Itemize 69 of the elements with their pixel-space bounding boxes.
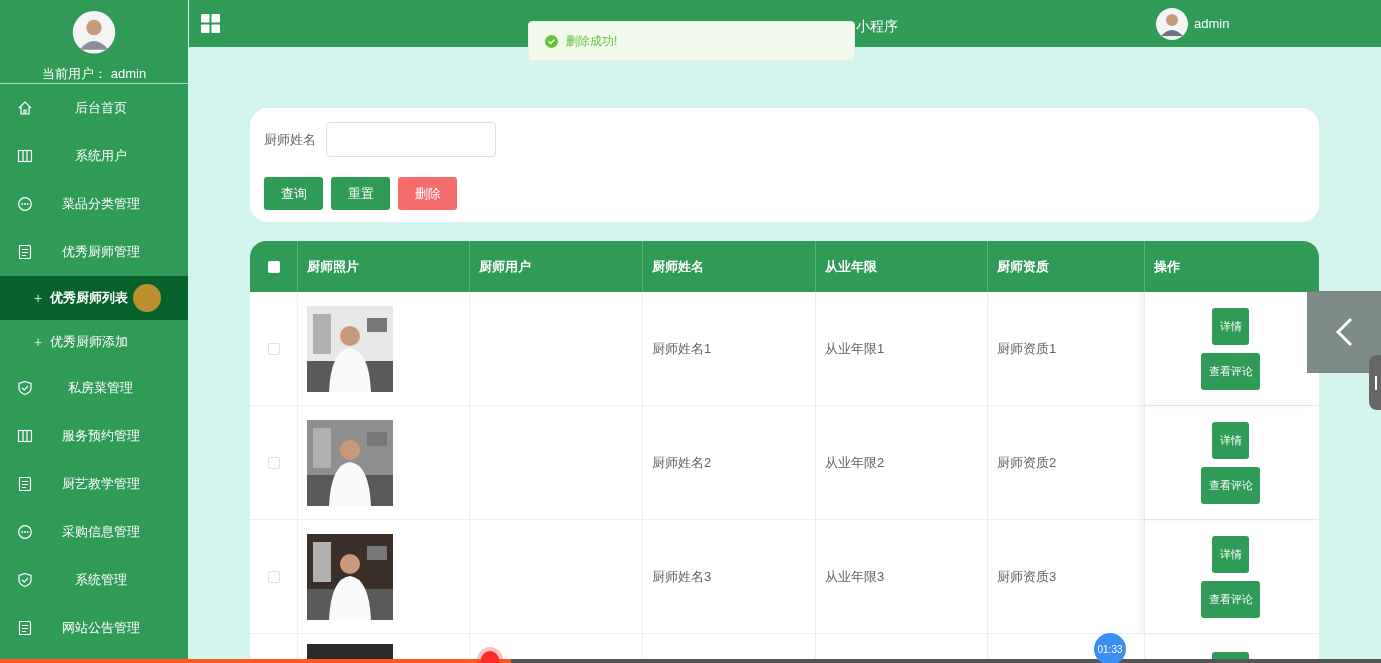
avatar [1156, 8, 1188, 40]
row-checkbox[interactable] [267, 570, 280, 583]
username: admin [110, 64, 147, 83]
table-cell-text: 从业年限1 [825, 339, 885, 358]
sidebar-subitem[interactable]: + 优秀厨师列表 [0, 276, 188, 320]
document-icon [17, 620, 33, 636]
sidebar-subitem[interactable]: + 优秀厨师添加 [0, 320, 188, 364]
document-icon [17, 476, 33, 492]
delete-button[interactable]: 删除 [398, 177, 457, 210]
check-circle-icon [545, 34, 558, 48]
table-cell-text: 从业年限2 [825, 453, 885, 472]
reviews-button[interactable]: 查看评论 [1201, 466, 1260, 504]
reviews-button[interactable]: 查看评论 [1201, 352, 1260, 390]
username[interactable]: admin [1194, 14, 1230, 34]
table-cell-text: 厨师姓名2 [652, 453, 712, 472]
toast-message: 删除成功! [566, 33, 618, 50]
progress-track[interactable] [0, 659, 1381, 663]
sidebar-item[interactable]: 采购信息管理 [0, 508, 188, 556]
table-cell-text: 从业年限3 [825, 567, 885, 586]
shield-check-icon [17, 380, 33, 396]
details-button[interactable]: 详情 [1212, 307, 1249, 345]
table-cell-text: 厨师姓名3 [652, 567, 712, 586]
scroll-handle[interactable] [1369, 355, 1381, 410]
document-icon [17, 244, 33, 260]
side-panel-toggle[interactable] [1307, 291, 1381, 373]
sidebar-item[interactable]: 服务预约管理 [0, 412, 188, 460]
search-button[interactable]: 重置 [331, 177, 390, 210]
grid-icon[interactable] [201, 14, 220, 33]
cursor-highlight [133, 284, 161, 312]
row-checkbox[interactable] [267, 456, 280, 469]
app-title: 小程序 [856, 17, 898, 36]
details-button[interactable]: 详情 [1212, 421, 1249, 459]
table-cell-text: 厨师资质3 [997, 567, 1057, 586]
column-header: 厨师照片 [307, 257, 359, 276]
column-header: 操作 [1154, 257, 1180, 276]
search-button[interactable]: 查询 [264, 177, 323, 210]
plus-icon: + [34, 287, 43, 309]
column-header: 厨师姓名 [652, 257, 704, 276]
sidebar-item[interactable]: 后台首页 [0, 84, 188, 132]
sidebar-item[interactable]: 菜品分类管理 [0, 180, 188, 228]
chat-bubble-icon [17, 196, 33, 212]
sidebar-item[interactable]: 厨艺教学管理 [0, 460, 188, 508]
columns-icon [17, 148, 33, 164]
sidebar-item[interactable]: 系统用户 [0, 132, 188, 180]
sidebar-item[interactable]: 优秀厨师管理 [0, 228, 188, 276]
shield-check-icon [17, 572, 33, 588]
input-field[interactable] [326, 122, 496, 157]
sidebar-item[interactable]: 系统管理 [0, 556, 188, 604]
sidebar-item[interactable]: 网站公告管理 [0, 604, 188, 652]
table-cell-text: 厨师资质1 [997, 339, 1057, 358]
select-all-checkbox[interactable] [267, 260, 280, 273]
details-button[interactable]: 详情 [1212, 535, 1249, 573]
column-header: 厨师用户 [479, 257, 531, 276]
chevron-left-icon [1335, 317, 1353, 347]
plus-icon: + [34, 331, 43, 353]
row-checkbox[interactable] [267, 342, 280, 355]
sidebar-item[interactable]: 私房菜管理 [0, 364, 188, 412]
field-label: 厨师姓名 [264, 130, 316, 149]
chat-bubble-icon [17, 524, 33, 540]
column-header: 厨师资质 [997, 257, 1049, 276]
user-label: 当前用户： [41, 64, 107, 83]
details-button[interactable] [1212, 652, 1249, 659]
table-cell-text: 厨师姓名1 [652, 339, 712, 358]
columns-icon [17, 428, 33, 444]
avatar [72, 11, 116, 54]
column-header: 从业年限 [825, 257, 877, 276]
reviews-button[interactable]: 查看评论 [1201, 580, 1260, 618]
home-icon [17, 100, 33, 116]
table-cell-text: 厨师资质2 [997, 453, 1057, 472]
